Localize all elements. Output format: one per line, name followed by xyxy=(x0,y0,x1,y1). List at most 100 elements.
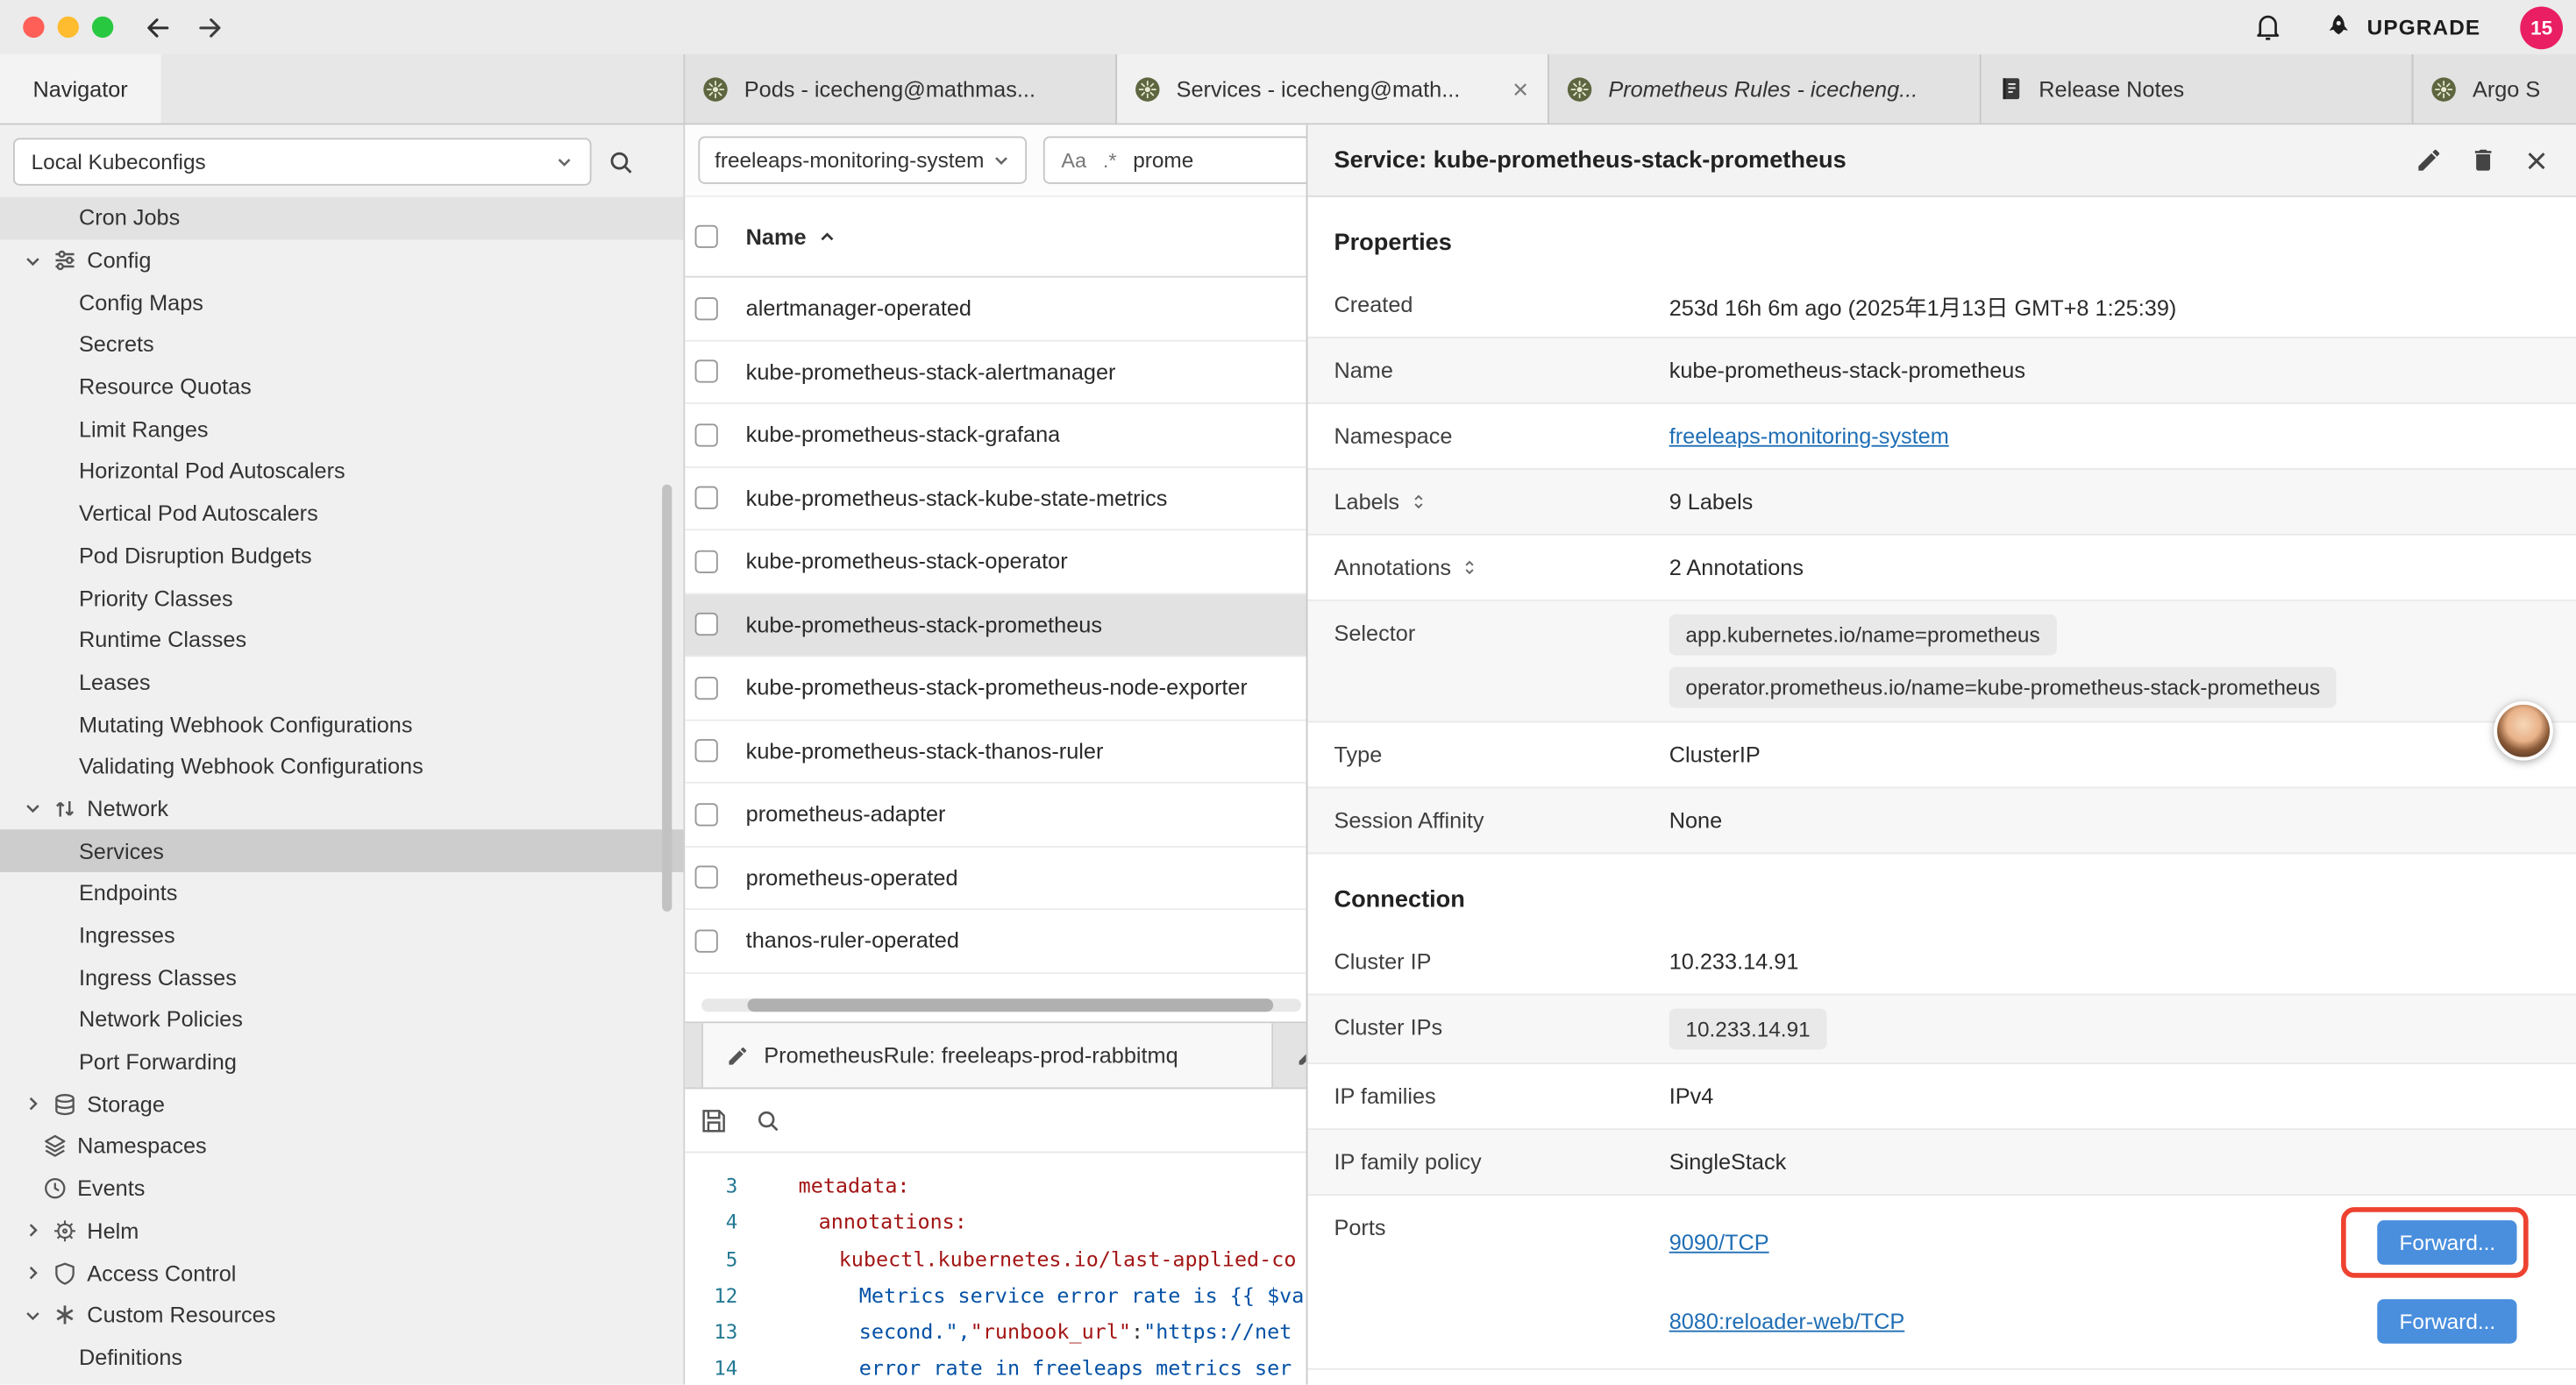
chevron-right-icon[interactable] xyxy=(23,1094,42,1113)
row-checkbox[interactable] xyxy=(695,866,718,889)
regex-toggle[interactable]: .* xyxy=(1103,149,1117,172)
sidebar-item-label: Definitions xyxy=(79,1345,182,1369)
unfold-toggle-icon[interactable] xyxy=(1461,558,1479,577)
sidebar-item-network[interactable]: Network xyxy=(0,788,683,830)
navigator-label: Navigator xyxy=(0,54,160,124)
close-tab-icon[interactable] xyxy=(1510,78,1531,99)
edit-icon[interactable] xyxy=(2415,146,2443,174)
row-checkbox[interactable] xyxy=(695,297,718,320)
chevron-down-icon[interactable] xyxy=(23,799,42,819)
sidebar-item-network-policies[interactable]: Network Policies xyxy=(0,998,683,1041)
tab-1[interactable]: Pods - icecheng@mathmas... xyxy=(685,54,1117,124)
port-link[interactable]: 8080:reloader-web/TCP xyxy=(1669,1309,1905,1333)
sidebar-item-leases[interactable]: Leases xyxy=(0,661,683,703)
sort-asc-icon[interactable] xyxy=(818,228,836,246)
row-checkbox[interactable] xyxy=(695,360,718,383)
sidebar-item-cron-jobs[interactable]: Cron Jobs xyxy=(0,197,683,239)
row-checkbox[interactable] xyxy=(695,740,718,763)
sidebar-item-vertical-pod-autoscalers[interactable]: Vertical Pod Autoscalers xyxy=(0,493,683,535)
navigator-panel-header: Navigator xyxy=(0,54,685,124)
scrollbar-thumb[interactable] xyxy=(748,998,1274,1012)
delete-icon[interactable] xyxy=(2469,146,2497,174)
kubeconfig-selector[interactable]: Local Kubeconfigs xyxy=(13,138,592,185)
sidebar-item-namespaces[interactable]: Namespaces xyxy=(0,1126,683,1168)
notifications-bell-icon[interactable] xyxy=(2252,11,2283,43)
row-checkbox[interactable] xyxy=(695,550,718,572)
sidebar-item-config[interactable]: Config xyxy=(0,239,683,281)
row-checkbox[interactable] xyxy=(695,423,718,446)
detail-row-session-affinity: Session AffinityNone xyxy=(1307,788,2576,854)
namespace-link[interactable]: freeleaps-monitoring-system xyxy=(1669,423,1949,448)
row-checkbox[interactable] xyxy=(695,929,718,952)
chevron-down-icon[interactable] xyxy=(23,251,42,270)
section-heading-connection: Connection xyxy=(1334,887,2550,913)
chevron-right-icon[interactable] xyxy=(23,1263,42,1282)
sidebar-item-horizontal-pod-autoscalers[interactable]: Horizontal Pod Autoscalers xyxy=(0,451,683,493)
section-heading-properties: Properties xyxy=(1334,230,2550,256)
dock-tab-1[interactable]: PrometheusRule: freeleaps-prod-rabbitmq xyxy=(701,1023,1273,1087)
unfold-toggle-icon[interactable] xyxy=(1409,493,1427,511)
port-line: 9090/TCP Forward... xyxy=(1669,1209,2550,1276)
row-checkbox[interactable] xyxy=(695,803,718,826)
sidebar-item-services[interactable]: Services xyxy=(0,830,683,872)
row-checkbox[interactable] xyxy=(695,613,718,636)
sidebar-item-limit-ranges[interactable]: Limit Ranges xyxy=(0,408,683,451)
sidebar-item-config-maps[interactable]: Config Maps xyxy=(0,281,683,323)
notification-count-badge[interactable]: 15 xyxy=(2520,6,2563,49)
back-icon[interactable] xyxy=(143,12,173,42)
drawer-title: Service: kube-prometheus-stack-prometheu… xyxy=(1334,147,2415,174)
sidebar-item-validating-webhook-configurations[interactable]: Validating Webhook Configurations xyxy=(0,746,683,788)
port-forward-button[interactable]: Forward... xyxy=(2378,1299,2516,1344)
sidebar-item-ingresses[interactable]: Ingresses xyxy=(0,914,683,956)
detail-row-selector: Selectorapp.kubernetes.io/name=prometheu… xyxy=(1307,601,2576,723)
horizontal-scrollbar[interactable] xyxy=(701,998,1301,1012)
port-forward-button[interactable]: Forward... xyxy=(2378,1220,2516,1265)
save-icon[interactable] xyxy=(700,1106,728,1134)
sidebar-item-ingress-classes[interactable]: Ingress Classes xyxy=(0,956,683,998)
sidebar-item-secrets[interactable]: Secrets xyxy=(0,323,683,366)
row-checkbox[interactable] xyxy=(695,677,718,700)
config-icon xyxy=(53,248,77,273)
sidebar-item-port-forwarding[interactable]: Port Forwarding xyxy=(0,1041,683,1083)
access-icon xyxy=(53,1261,77,1285)
tab-4[interactable]: Release Notes xyxy=(1982,54,2414,124)
sidebar-item-storage[interactable]: Storage xyxy=(0,1083,683,1126)
upgrade-button[interactable]: UPGRADE xyxy=(2323,11,2480,43)
port-link[interactable]: 9090/TCP xyxy=(1669,1230,1769,1254)
editor-search-icon[interactable] xyxy=(756,1108,780,1133)
sidebar-item-mutating-webhook-configurations[interactable]: Mutating Webhook Configurations xyxy=(0,703,683,745)
sidebar-item-label: Secrets xyxy=(79,332,154,357)
tab-5[interactable]: Argo S xyxy=(2413,54,2575,124)
close-icon[interactable] xyxy=(2523,147,2550,174)
chevron-down-icon[interactable] xyxy=(23,1305,42,1325)
sidebar-search-icon[interactable] xyxy=(608,149,634,175)
sidebar-item-custom-resources[interactable]: Custom Resources xyxy=(0,1294,683,1336)
sidebar-item-resource-quotas[interactable]: Resource Quotas xyxy=(0,366,683,408)
line-number: 12 xyxy=(685,1278,747,1315)
tab-label: Release Notes xyxy=(2039,76,2395,101)
name-column-header[interactable]: Name xyxy=(746,224,807,249)
tab-2[interactable]: Services - icecheng@math... xyxy=(1117,54,1549,124)
row-checkbox[interactable] xyxy=(695,487,718,509)
sidebar-item-priority-classes[interactable]: Priority Classes xyxy=(0,577,683,619)
forward-icon[interactable] xyxy=(196,12,225,42)
sidebar-item-events[interactable]: Events xyxy=(0,1168,683,1210)
release-notes-icon xyxy=(1997,75,2024,102)
sidebar-item-definitions[interactable]: Definitions xyxy=(0,1336,683,1378)
sidebar-item-helm[interactable]: Helm xyxy=(0,1210,683,1252)
sidebar-scrollbar[interactable] xyxy=(662,485,672,912)
sidebar-item-pod-disruption-budgets[interactable]: Pod Disruption Budgets xyxy=(0,535,683,577)
namespace-selector[interactable]: freeleaps-monitoring-system xyxy=(698,137,1027,184)
match-case-toggle[interactable]: Aa xyxy=(1061,149,1086,172)
chevron-right-icon[interactable] xyxy=(23,1221,42,1240)
sidebar-item-endpoints[interactable]: Endpoints xyxy=(0,872,683,914)
sidebar-item-runtime-classes[interactable]: Runtime Classes xyxy=(0,619,683,661)
sidebar-item-access-control[interactable]: Access Control xyxy=(0,1252,683,1294)
minimize-window-button[interactable] xyxy=(58,17,79,38)
select-all-checkbox[interactable] xyxy=(695,225,718,248)
sidebar-item-label: Access Control xyxy=(87,1261,236,1285)
user-avatar[interactable] xyxy=(2494,701,2552,760)
close-window-button[interactable] xyxy=(23,17,44,38)
tab-3[interactable]: Prometheus Rules - icecheng... xyxy=(1549,54,1982,124)
maximize-window-button[interactable] xyxy=(92,17,113,38)
